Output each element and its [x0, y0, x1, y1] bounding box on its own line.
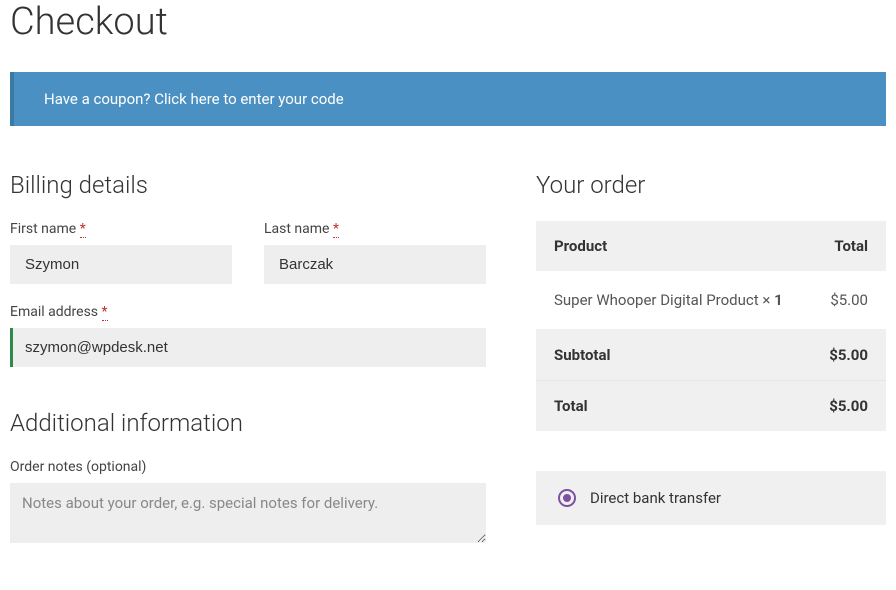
required-indicator: *	[333, 221, 339, 238]
order-col-product: Product	[536, 221, 809, 271]
billing-column: Billing details First name * Last name *…	[10, 171, 486, 547]
order-column: Your order Product Total Super Whooper D…	[536, 171, 886, 547]
subtotal-value: $5.00	[809, 330, 886, 381]
radio-selected-icon	[558, 489, 576, 507]
total-row: Total $5.00	[536, 381, 886, 432]
required-indicator: *	[102, 304, 108, 321]
last-name-label: Last name *	[264, 221, 486, 237]
coupon-notice: Have a coupon? Click here to enter your …	[10, 72, 886, 126]
order-table-header-row: Product Total	[536, 221, 886, 271]
email-label: Email address *	[10, 304, 486, 320]
total-label: Total	[536, 381, 809, 432]
subtotal-label: Subtotal	[536, 330, 809, 381]
subtotal-row: Subtotal $5.00	[536, 330, 886, 381]
total-value: $5.00	[809, 381, 886, 432]
first-name-label-text: First name	[10, 221, 76, 237]
order-item-row: Super Whooper Digital Product × 1 $5.00	[536, 271, 886, 330]
order-table: Product Total Super Whooper Digital Prod…	[536, 221, 886, 431]
order-item-name-text: Super Whooper Digital Product	[554, 291, 759, 309]
page-title: Checkout	[10, 0, 886, 44]
payment-method-bank-transfer[interactable]: Direct bank transfer	[558, 489, 864, 507]
payment-methods: Direct bank transfer	[536, 471, 886, 525]
first-name-field[interactable]	[10, 245, 232, 284]
order-notes-field[interactable]	[10, 483, 486, 543]
order-col-total: Total	[809, 221, 886, 271]
email-label-text: Email address	[10, 304, 98, 320]
order-heading: Your order	[536, 171, 886, 199]
additional-heading: Additional information	[10, 409, 486, 437]
last-name-field[interactable]	[264, 245, 486, 284]
required-indicator: *	[80, 221, 86, 238]
billing-heading: Billing details	[10, 171, 486, 199]
order-item-total: $5.00	[809, 271, 886, 330]
order-item-qty: 1	[774, 291, 783, 309]
first-name-label: First name *	[10, 221, 232, 237]
order-item-name: Super Whooper Digital Product × 1	[536, 271, 809, 330]
payment-method-label: Direct bank transfer	[590, 489, 721, 507]
last-name-label-text: Last name	[264, 221, 329, 237]
coupon-link[interactable]: Click here to enter your code	[154, 90, 343, 108]
order-notes-label: Order notes (optional)	[10, 459, 486, 475]
coupon-prompt: Have a coupon?	[44, 90, 151, 108]
email-field[interactable]	[10, 328, 486, 367]
